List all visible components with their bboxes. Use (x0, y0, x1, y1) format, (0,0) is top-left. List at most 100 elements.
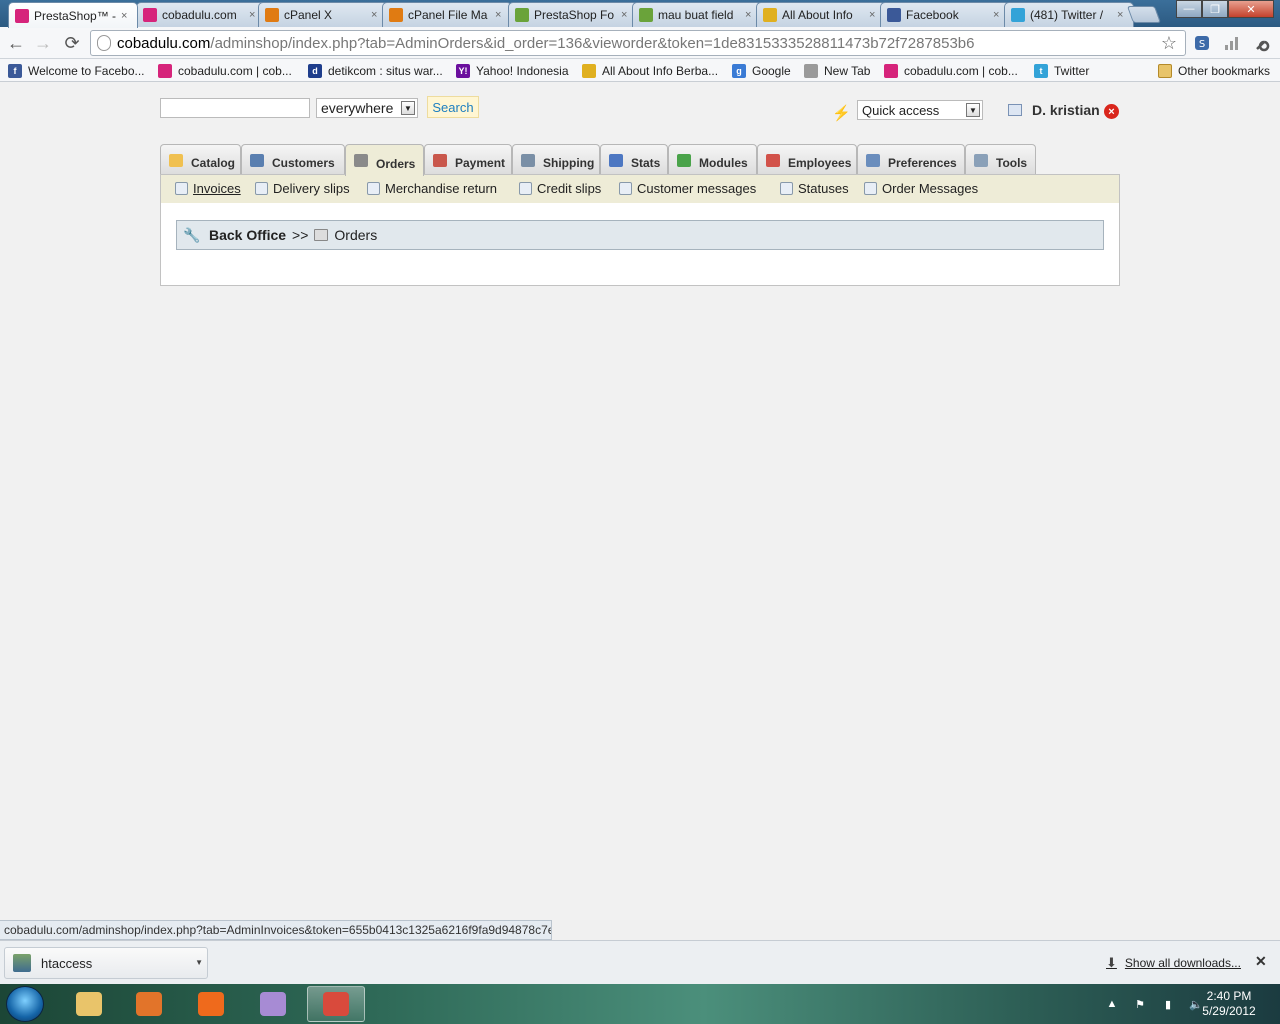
signal-extension-icon[interactable] (1222, 33, 1242, 53)
show-hidden-icons-icon[interactable]: ▲ (1104, 997, 1120, 1011)
tab-catalog[interactable]: Catalog (160, 144, 241, 175)
close-tab-icon[interactable]: × (371, 9, 381, 21)
bookmark-item[interactable]: Y! Yahoo! Indonesia (456, 62, 569, 79)
show-all-downloads-link[interactable]: ⬇ Show all downloads... (1106, 955, 1241, 971)
employee-name[interactable]: D. kristian (1032, 102, 1100, 118)
bookmark-item[interactable]: All About Info Berba... (582, 62, 718, 79)
close-window-button[interactable]: ✕ (1228, 0, 1274, 18)
invoice-icon (175, 182, 188, 195)
search-input[interactable] (160, 98, 310, 118)
browser-tab[interactable]: cPanel X × (258, 2, 388, 27)
search-scope-select[interactable]: everywhere ▼ (316, 98, 418, 118)
newtab-icon (804, 63, 818, 78)
other-bookmarks-folder[interactable]: Other bookmarks (1158, 62, 1270, 79)
forward-arrow-icon: → (34, 32, 52, 53)
close-tab-icon[interactable]: × (869, 9, 879, 21)
prestashop-forum-icon (515, 8, 529, 22)
tab-tools[interactable]: Tools (965, 144, 1036, 175)
tab-shipping[interactable]: Shipping (512, 144, 600, 175)
bookmark-label: cobadulu.com | cob... (178, 63, 292, 78)
browser-tab[interactable]: All About Info × (756, 2, 886, 27)
close-tab-icon[interactable]: × (121, 10, 131, 22)
bookmark-star-icon[interactable]: ☆ (1161, 33, 1177, 54)
forward-button[interactable]: → (32, 32, 54, 54)
chevron-down-icon[interactable]: ▼ (195, 958, 203, 967)
reload-button[interactable]: ⟳ (61, 32, 83, 54)
browser-toolbar: ← → ⟳ cobadulu.com/adminshop/index.php?t… (0, 27, 1280, 59)
bookmark-item[interactable]: d detikcom : situs war... (308, 62, 443, 79)
close-tab-icon[interactable]: × (993, 9, 1003, 21)
subtab-label: Customer messages (637, 181, 757, 196)
minimize-button[interactable]: — (1176, 0, 1202, 18)
action-center-flag-icon[interactable]: ⚑ (1132, 997, 1148, 1011)
subtab-delivery-slips[interactable]: Delivery slips (255, 181, 350, 196)
logout-icon[interactable]: × (1104, 104, 1119, 119)
close-tab-icon[interactable]: × (621, 9, 631, 21)
taskbar-app-messenger[interactable] (244, 986, 302, 1022)
twitter-icon (1011, 8, 1025, 22)
address-bar[interactable]: cobadulu.com/adminshop/index.php?tab=Adm… (90, 30, 1186, 56)
close-tab-icon[interactable]: × (1117, 9, 1127, 21)
subtab-label: Order Messages (882, 181, 979, 196)
bookmark-item[interactable]: cobadulu.com | cob... (158, 62, 292, 79)
cart-icon (354, 154, 368, 167)
search-button[interactable]: Search (427, 96, 479, 118)
taskbar-app-media[interactable] (120, 986, 178, 1022)
bookmark-item[interactable]: New Tab (804, 62, 870, 79)
bookmark-label: Yahoo! Indonesia (476, 63, 569, 78)
subtab-invoices[interactable]: Invoices (175, 181, 241, 196)
taskbar-app-mail[interactable] (182, 986, 240, 1022)
subtab-customer-messages[interactable]: Customer messages (619, 181, 756, 196)
browser-tab[interactable]: (481) Twitter / × (1004, 2, 1134, 27)
tab-label: Orders (376, 156, 416, 171)
maximize-button[interactable]: ❐ (1202, 0, 1228, 18)
system-clock[interactable]: 2:40 PM 5/29/2012 (1196, 989, 1262, 1019)
tab-payment[interactable]: Payment (424, 144, 512, 175)
subtab-credit-slips[interactable]: Credit slips (519, 181, 601, 196)
taskbar-app-chrome[interactable] (307, 986, 365, 1022)
start-button[interactable] (6, 986, 44, 1022)
bookmark-item[interactable]: f Welcome to Facebo... (8, 62, 145, 79)
taskbar-app-explorer[interactable] (60, 986, 118, 1022)
bookmark-item[interactable]: g Google (732, 62, 791, 79)
browser-tab[interactable]: PrestaShop Fo × (508, 2, 638, 27)
browser-tab[interactable]: cPanel File Ma × (382, 2, 512, 27)
bookmark-label: Twitter (1054, 63, 1090, 78)
new-tab-button[interactable] (1126, 6, 1162, 23)
close-downloads-icon[interactable]: ✕ (1255, 953, 1267, 970)
browser-tab[interactable]: Facebook × (880, 2, 1010, 27)
tab-modules[interactable]: Modules (668, 144, 757, 175)
subtab-statuses[interactable]: Statuses (780, 181, 849, 196)
close-tab-icon[interactable]: × (495, 9, 505, 21)
cobadulu-icon (158, 63, 172, 78)
download-item[interactable]: htaccess ▼ (4, 947, 208, 979)
tab-orders[interactable]: Orders (345, 144, 424, 176)
wrench-menu-icon[interactable] (1253, 33, 1273, 53)
browser-tab[interactable]: PrestaShop™ - × (8, 2, 138, 28)
chevron-down-icon: ▼ (401, 101, 415, 115)
tab-customers[interactable]: Customers (241, 144, 345, 175)
cobadulu-icon (884, 63, 898, 78)
network-icon[interactable]: ▮ (1160, 997, 1176, 1011)
tab-title: All About Info (782, 8, 853, 22)
back-button[interactable]: ← (5, 32, 27, 54)
subtab-order-messages[interactable]: Order Messages (864, 181, 978, 196)
close-tab-icon[interactable]: × (745, 9, 755, 21)
messenger-icon (260, 992, 286, 1016)
extension-icon[interactable]: S (1192, 33, 1212, 53)
browser-tab[interactable]: cobadulu.com × (136, 2, 266, 27)
bookmark-item[interactable]: cobadulu.com | cob... (884, 62, 1018, 79)
wrench-icon (974, 153, 988, 167)
bookmark-item[interactable]: t Twitter (1034, 62, 1089, 79)
svg-text:S: S (1199, 39, 1205, 50)
preferences-icon (866, 153, 880, 167)
tab-employees[interactable]: Employees (757, 144, 857, 175)
quick-access-select[interactable]: Quick access ▼ (857, 100, 983, 120)
tab-label: Shipping (543, 156, 595, 170)
breadcrumb-back-office[interactable]: Back Office (209, 227, 286, 243)
return-icon (367, 182, 380, 195)
browser-tab[interactable]: mau buat field × (632, 2, 762, 27)
tab-preferences[interactable]: Preferences (857, 144, 965, 175)
subtab-merchandise-return[interactable]: Merchandise return (367, 181, 497, 196)
tab-stats[interactable]: Stats (600, 144, 668, 175)
